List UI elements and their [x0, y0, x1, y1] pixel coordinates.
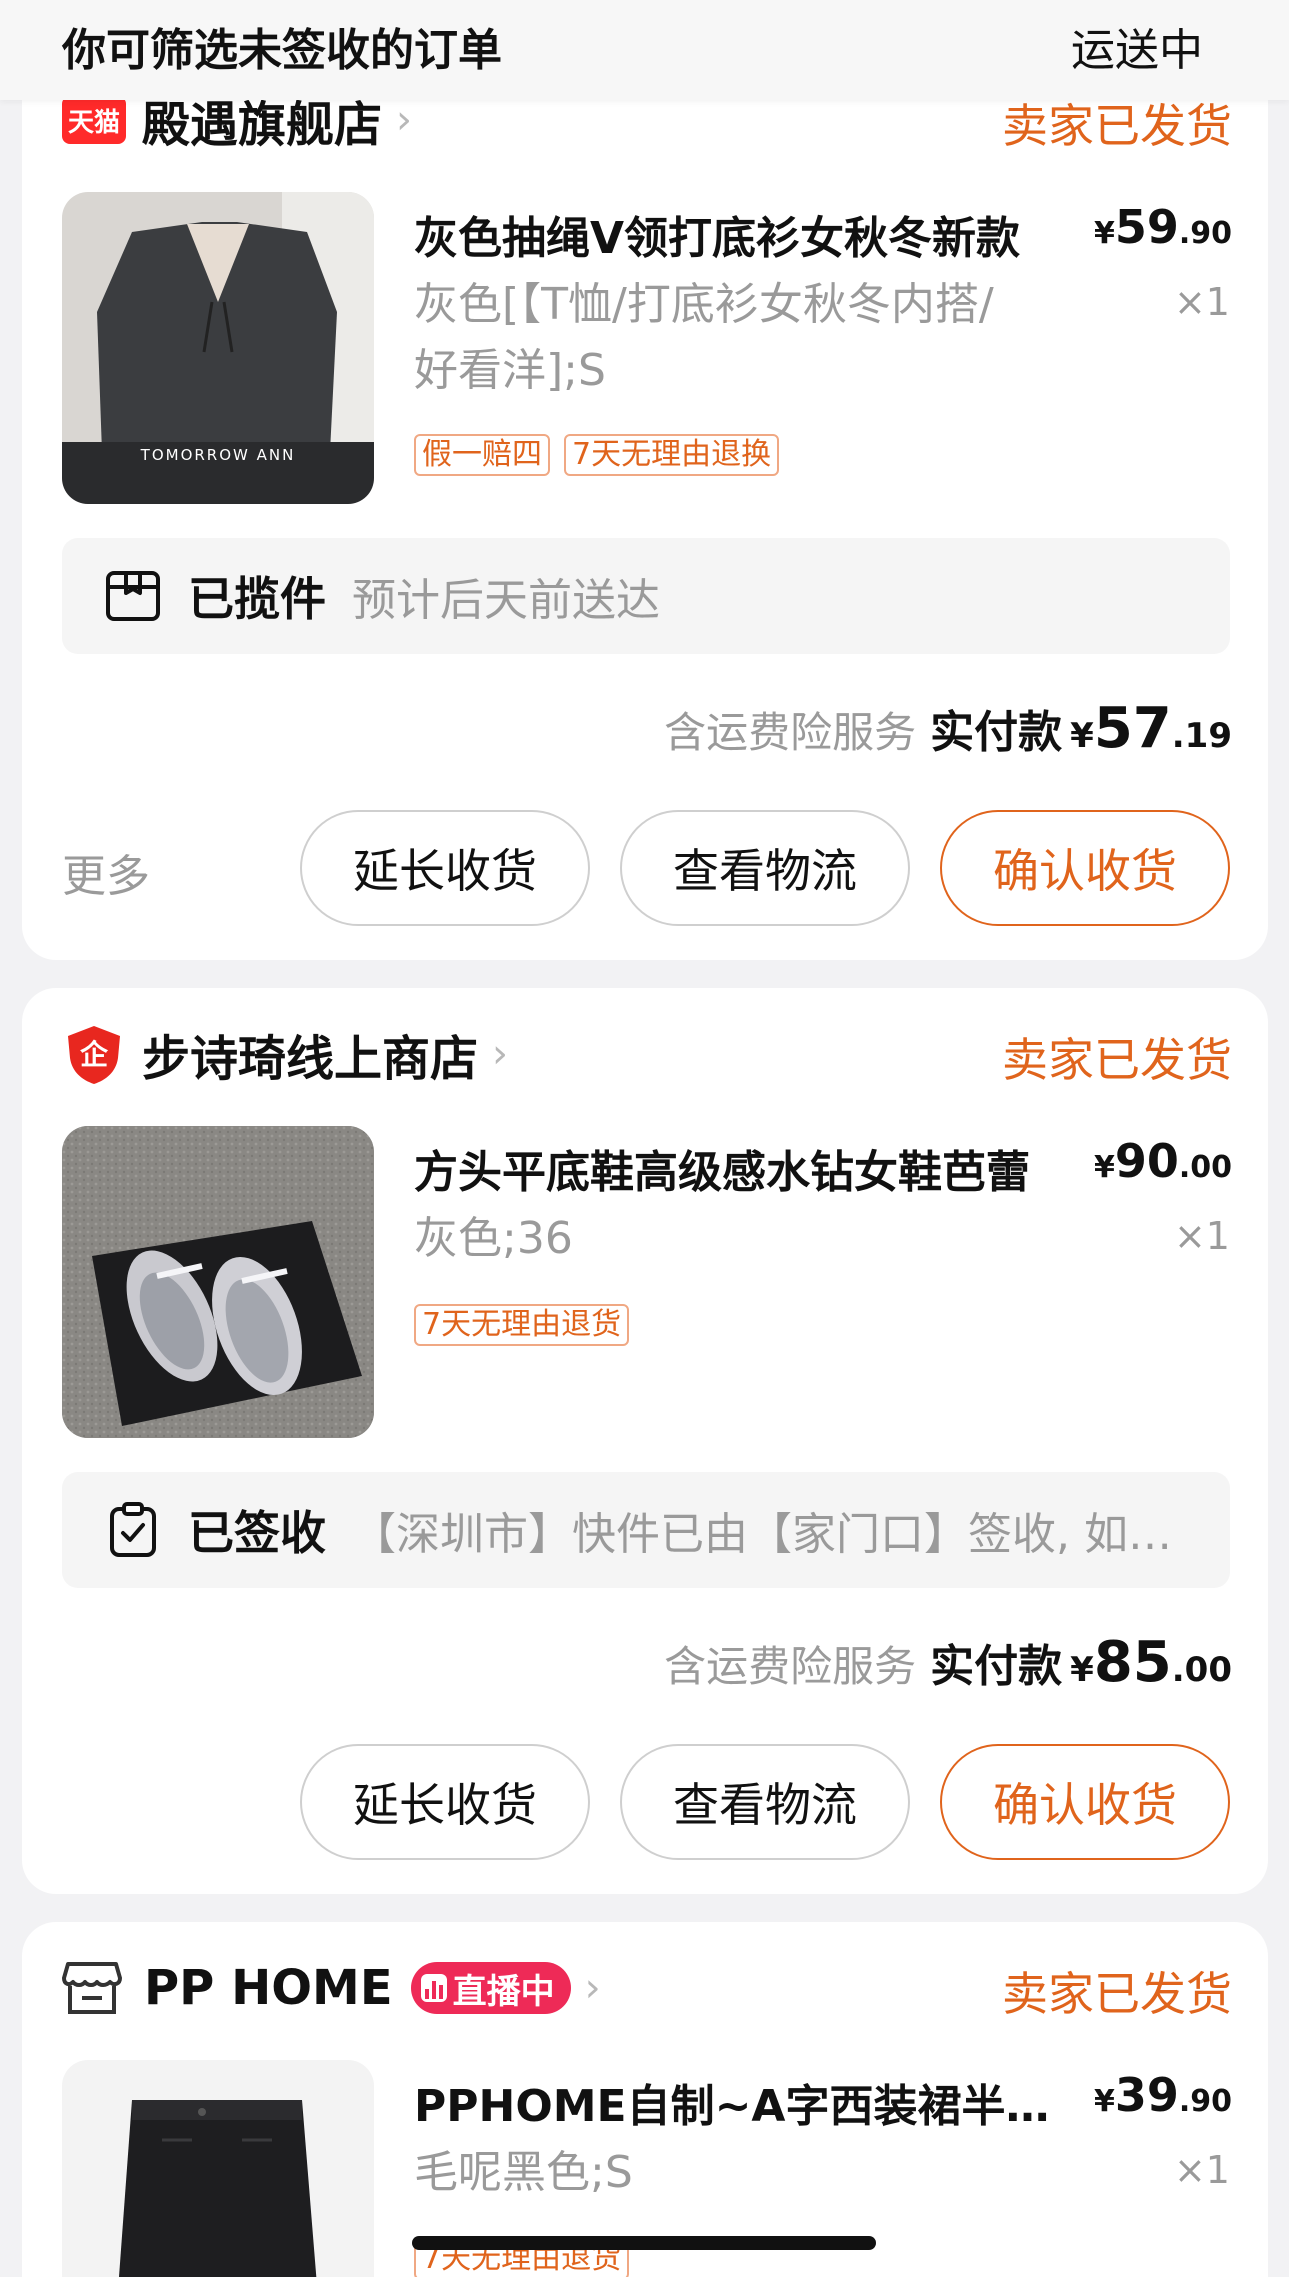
view-logistics-button[interactable]: 查看物流: [620, 1744, 910, 1860]
product-spec: 灰色;36: [414, 1213, 573, 1264]
chevron-right-icon: ›: [396, 97, 413, 143]
order-card[interactable]: PP HOME 直播中 › 卖家已发货 PPHOME自制~A字西装裙半身裙 ¥3…: [22, 1922, 1268, 2277]
product-image[interactable]: [62, 1126, 374, 1438]
product-title[interactable]: 方头平底鞋高级感水钻女鞋芭蕾: [414, 1136, 1074, 1200]
currency-symbol: ¥: [1093, 2084, 1115, 2119]
chevron-right-icon: ›: [584, 1965, 601, 2011]
unit-price: ¥59.90: [1094, 200, 1232, 254]
live-bars-icon: [420, 1974, 447, 2002]
insurance-note: 含运费险服务: [664, 708, 917, 757]
price-int: 59: [1114, 200, 1179, 254]
shop-header[interactable]: 企 步诗琦线上商店 ›: [62, 1024, 509, 1087]
store-icon: [62, 1962, 122, 2014]
quantity: ×1: [1173, 1214, 1230, 1258]
price-int: 90: [1114, 1134, 1179, 1188]
product-title[interactable]: PPHOME自制~A字西装裙半身裙: [414, 2070, 1074, 2134]
more-link[interactable]: 更多: [62, 840, 150, 904]
logistics-bar[interactable]: 已签收 【深圳市】快件已由【家门口】签收, 如有疑问请联系: [62, 1472, 1230, 1588]
currency-symbol: ¥: [1093, 216, 1115, 251]
unit-price: ¥90.00: [1094, 1134, 1232, 1188]
live-badge[interactable]: 直播中: [410, 1962, 571, 2014]
product-image[interactable]: [62, 2060, 374, 2277]
view-logistics-button[interactable]: 查看物流: [620, 810, 910, 926]
ship-status: 卖家已发货: [1002, 1967, 1232, 2021]
extend-receipt-button[interactable]: 延长收货: [300, 810, 590, 926]
quantity: ×1: [1173, 280, 1230, 324]
tmall-logo-icon: 天猫: [62, 96, 126, 144]
order-card[interactable]: 企 步诗琦线上商店 › 卖家已发货 方头平底鞋高级感水钻女鞋芭蕾 ¥90.00 …: [22, 988, 1268, 1894]
payment-summary: 含运费险服务 实付款 ¥85.00: [664, 1630, 1232, 1695]
product-title[interactable]: 灰色抽绳V领打底衫女秋冬新款: [414, 202, 1074, 266]
logistics-desc: 预计后天前送达: [352, 575, 660, 626]
order-card[interactable]: 天猫 殿遇旗舰店 › 卖家已发货 TOMORROW ANN 灰色抽绳V领打底衫女…: [22, 62, 1268, 960]
price-dec: .90: [1178, 2084, 1232, 2119]
service-tag: 7天无理由退换: [564, 434, 780, 476]
extend-receipt-button[interactable]: 延长收货: [300, 1744, 590, 1860]
home-indicator[interactable]: [412, 2236, 876, 2250]
confirm-receipt-button[interactable]: 确认收货: [940, 1744, 1230, 1860]
chevron-right-icon: ›: [492, 1031, 509, 1077]
shop-header[interactable]: PP HOME 直播中 ›: [62, 1958, 601, 2018]
logistics-state: 已揽件: [188, 572, 326, 626]
ship-status: 卖家已发货: [1002, 1033, 1232, 1087]
clipboard-check-icon: [110, 1502, 156, 1557]
confirm-receipt-button[interactable]: 确认收货: [940, 810, 1230, 926]
shop-name: PP HOME: [144, 1960, 393, 2016]
package-icon: [106, 571, 160, 621]
currency-symbol: ¥: [1070, 716, 1094, 756]
paid-int: 85: [1093, 1630, 1172, 1695]
paid-dec: .19: [1171, 716, 1232, 756]
svg-text:企: 企: [80, 1038, 109, 1071]
currency-symbol: ¥: [1093, 1150, 1115, 1185]
product-spec: 毛呢黑色;S: [414, 2147, 633, 2198]
service-tag: 假一赔四: [414, 434, 550, 476]
filter-hint[interactable]: 你可筛选未签收的订单: [62, 14, 502, 78]
live-badge-label: 直播中: [452, 1971, 555, 2012]
filter-status-tab[interactable]: 运送中: [1071, 14, 1203, 78]
unit-price: ¥39.90: [1094, 2068, 1232, 2122]
currency-symbol: ¥: [1070, 1650, 1094, 1690]
quantity: ×1: [1173, 2148, 1230, 2192]
insurance-note: 含运费险服务: [664, 1642, 917, 1691]
price-int: 39: [1114, 2068, 1179, 2122]
shop-name: 步诗琦线上商店: [142, 1031, 479, 1087]
filter-bar: 你可筛选未签收的订单 运送中: [0, 0, 1289, 100]
paid-int: 57: [1093, 696, 1172, 761]
paid-label: 实付款: [930, 1641, 1063, 1692]
enterprise-shield-icon: 企: [68, 1026, 120, 1084]
paid-dec: .00: [1171, 1650, 1232, 1690]
paid-label: 实付款: [930, 707, 1063, 758]
logistics-state: 已签收: [188, 1506, 326, 1560]
product-spec: 灰色[【T恤/打底衫女秋冬内搭/好看洋];S: [414, 279, 994, 396]
service-tags: 7天无理由退货: [414, 1304, 630, 1346]
service-tag: 7天无理由退货: [414, 1304, 630, 1346]
product-image[interactable]: TOMORROW ANN: [62, 192, 374, 504]
price-dec: .90: [1178, 216, 1232, 251]
payment-summary: 含运费险服务 实付款 ¥57.19: [664, 696, 1232, 761]
price-dec: .00: [1178, 1150, 1232, 1185]
thumb-caption: TOMORROW ANN: [140, 446, 296, 464]
service-tags: 假一赔四 7天无理由退换: [414, 434, 780, 476]
logistics-desc: 【深圳市】快件已由【家门口】签收, 如有疑问请联系: [352, 1509, 1182, 1560]
logistics-bar[interactable]: 已揽件 预计后天前送达: [62, 538, 1230, 654]
